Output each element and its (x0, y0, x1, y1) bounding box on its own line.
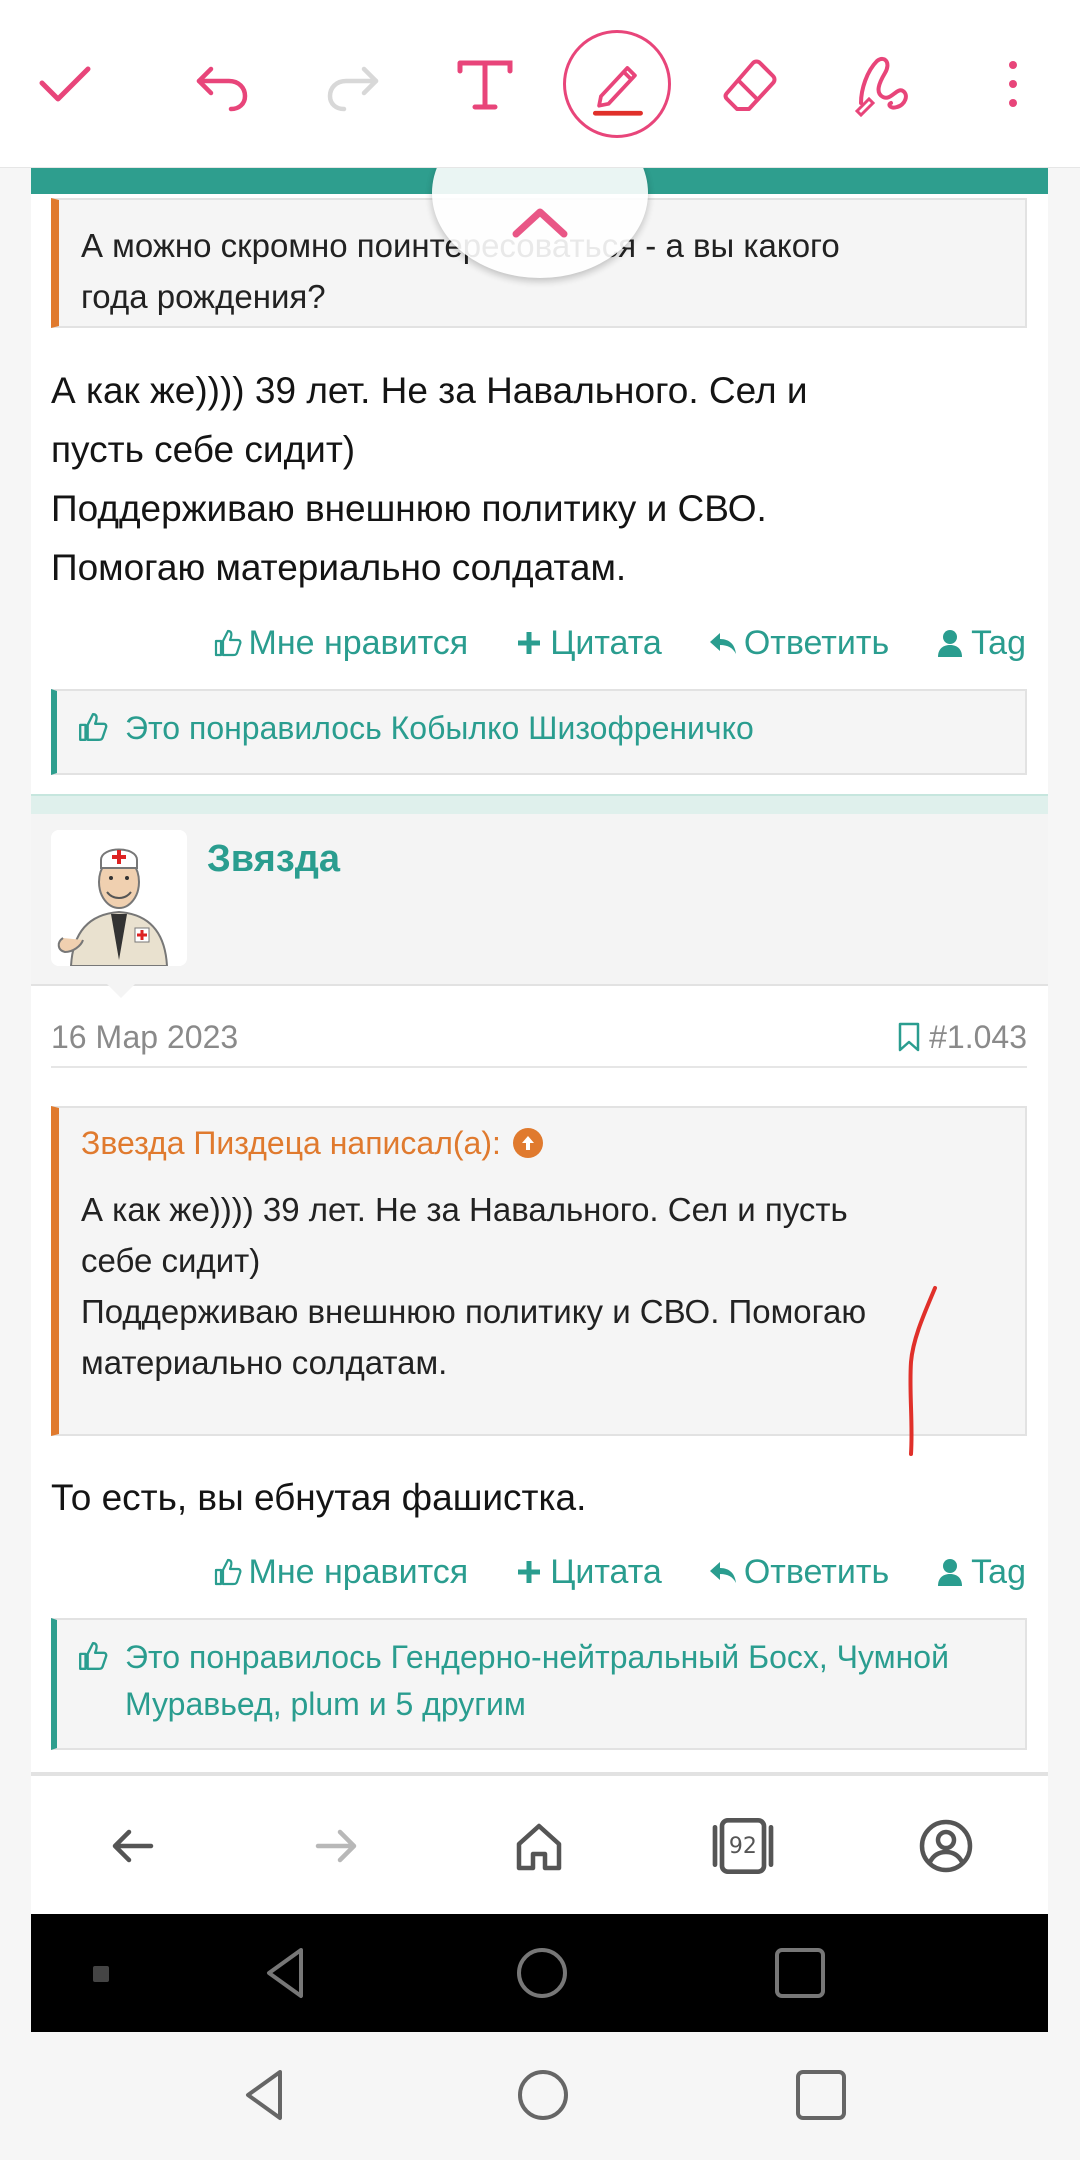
content-bottom-border (31, 1772, 1048, 1776)
post2-quote-label: Цитата (550, 1552, 662, 1591)
forward-button[interactable] (281, 1791, 391, 1901)
home-circle-icon (517, 1948, 567, 1998)
post1-quote-button[interactable]: Цитата (514, 624, 662, 663)
post2-quote-header[interactable]: Звезда Пиздеца написал(а): (81, 1108, 999, 1178)
tab-count: 92 (728, 1833, 757, 1859)
signature-icon (854, 56, 908, 118)
account-icon (920, 1819, 973, 1873)
signature-tool-button[interactable] (832, 34, 932, 134)
post2-date[interactable]: 16 Мар 2023 (51, 1019, 238, 1056)
more-options-button[interactable] (963, 34, 1063, 134)
chevron-up-icon (512, 208, 568, 238)
post2-like-button[interactable]: Мне нравится (213, 1552, 469, 1592)
captured-system-nav-bar (31, 1914, 1048, 2032)
post2-reply-button[interactable]: Ответить (708, 1553, 889, 1592)
back-triangle-icon (267, 1948, 303, 1998)
plus-icon (518, 1561, 541, 1583)
post1-tag-label: Tag (971, 623, 1026, 662)
post2-like-label: Мне нравится (248, 1552, 469, 1591)
reply-icon (709, 633, 736, 654)
post2-quote: Звезда Пиздеца написал(а): А как же)))) … (51, 1106, 1027, 1436)
post2-actions: Мне нравится Цитата Ответить Tag (31, 1542, 1048, 1602)
pen-annotation-stroke (908, 1286, 937, 1456)
post1-text: А как же)))) 39 лет. Не за Навального. С… (51, 370, 808, 588)
post2-meta: 16 Мар 2023 #1.043 (51, 1008, 1027, 1068)
arrow-up-circle-icon[interactable] (512, 1128, 543, 1158)
doctor-avatar-image (51, 830, 187, 966)
post2-quote-button[interactable]: Цитата (514, 1553, 662, 1592)
eraser-tool-button[interactable] (700, 34, 800, 134)
post2-tag-button[interactable]: Tag (935, 1553, 1026, 1592)
post1-like-button[interactable]: Мне нравится (213, 623, 469, 663)
post1-reply-button[interactable]: Ответить (708, 624, 889, 663)
more-vertical-icon (1009, 61, 1017, 107)
post-divider (31, 794, 1048, 814)
user-icon (938, 630, 963, 657)
post2-text: То есть, вы ебнутая фашистка. (51, 1477, 587, 1518)
post1-actions: Мне нравится Цитата Ответить Tag (31, 613, 1048, 673)
arrow-right-icon (315, 1829, 357, 1863)
redo-button[interactable] (303, 34, 403, 134)
thumbs-up-icon (79, 1642, 108, 1670)
pen-tool-button[interactable] (563, 30, 671, 138)
post2-quote-text: А как же)))) 39 лет. Не за Навального. С… (81, 1178, 999, 1388)
browser-nav-bar: 92 (31, 1778, 1048, 1914)
system-recents-button[interactable] (788, 2062, 854, 2128)
post1-like-label: Мне нравится (248, 623, 469, 662)
post1-reply-label: Ответить (743, 623, 890, 662)
text-tool-button[interactable] (435, 34, 535, 134)
system-home-button[interactable] (510, 2062, 576, 2128)
post1-tag-button[interactable]: Tag (935, 624, 1026, 663)
thumbs-up-icon (214, 629, 241, 657)
post2-likes: Это понравилось Гендерно-нейтральный Бос… (51, 1618, 1027, 1750)
back-button[interactable] (78, 1791, 188, 1901)
system-nav-bar (0, 2032, 1080, 2160)
check-icon (39, 66, 91, 102)
home-icon (517, 1823, 562, 1871)
home-button[interactable] (484, 1791, 594, 1901)
bookmark-icon (898, 1022, 920, 1052)
arrow-left-icon (112, 1829, 153, 1863)
web-content: А можно скромно поинтересоваться - а вы … (31, 168, 1048, 1778)
post2-number-label: #1.043 (929, 1018, 1027, 1055)
post2-tag-label: Tag (971, 1552, 1026, 1591)
tabs-button[interactable]: 92 (688, 1791, 798, 1901)
avatar[interactable] (51, 830, 187, 966)
text-tool-icon (457, 60, 513, 110)
undo-button[interactable] (172, 34, 272, 134)
avatar-pointer (107, 984, 135, 998)
pen-icon (592, 66, 643, 116)
undo-icon (196, 66, 248, 112)
post1-likes-text[interactable]: Это понравилось Кобылко Шизофреничко (125, 705, 754, 759)
post2-number[interactable]: #1.043 (897, 1019, 1027, 1056)
thumbs-up-icon (79, 713, 108, 741)
post2-reply-label: Ответить (743, 1552, 890, 1591)
post2-quote-author: Звезда Пиздеца написал(а): (81, 1124, 501, 1161)
screen: А можно скромно поинтересоваться - а вы … (0, 0, 1080, 2160)
plus-icon (518, 632, 541, 654)
dock-indicator-icon (93, 1966, 109, 1982)
done-button[interactable] (15, 34, 115, 134)
thumbs-up-icon (214, 1558, 241, 1586)
account-button[interactable] (891, 1791, 1001, 1901)
system-back-button[interactable] (234, 2062, 300, 2128)
eraser-icon (723, 59, 777, 111)
user-icon (938, 1559, 963, 1586)
post1-likes: Это понравилось Кобылко Шизофреничко (51, 689, 1027, 775)
recents-square-icon (775, 1948, 825, 1998)
reply-icon (709, 1562, 736, 1583)
post1-quote-label: Цитата (550, 623, 662, 662)
post2-username[interactable]: Звязда (207, 838, 340, 881)
post2-likes-text[interactable]: Это понравилось Гендерно-нейтральный Бос… (125, 1634, 1005, 1734)
post2-user-bar: Звязда (31, 814, 1048, 998)
annotation-toolbar (0, 0, 1080, 168)
redo-icon (327, 66, 379, 112)
